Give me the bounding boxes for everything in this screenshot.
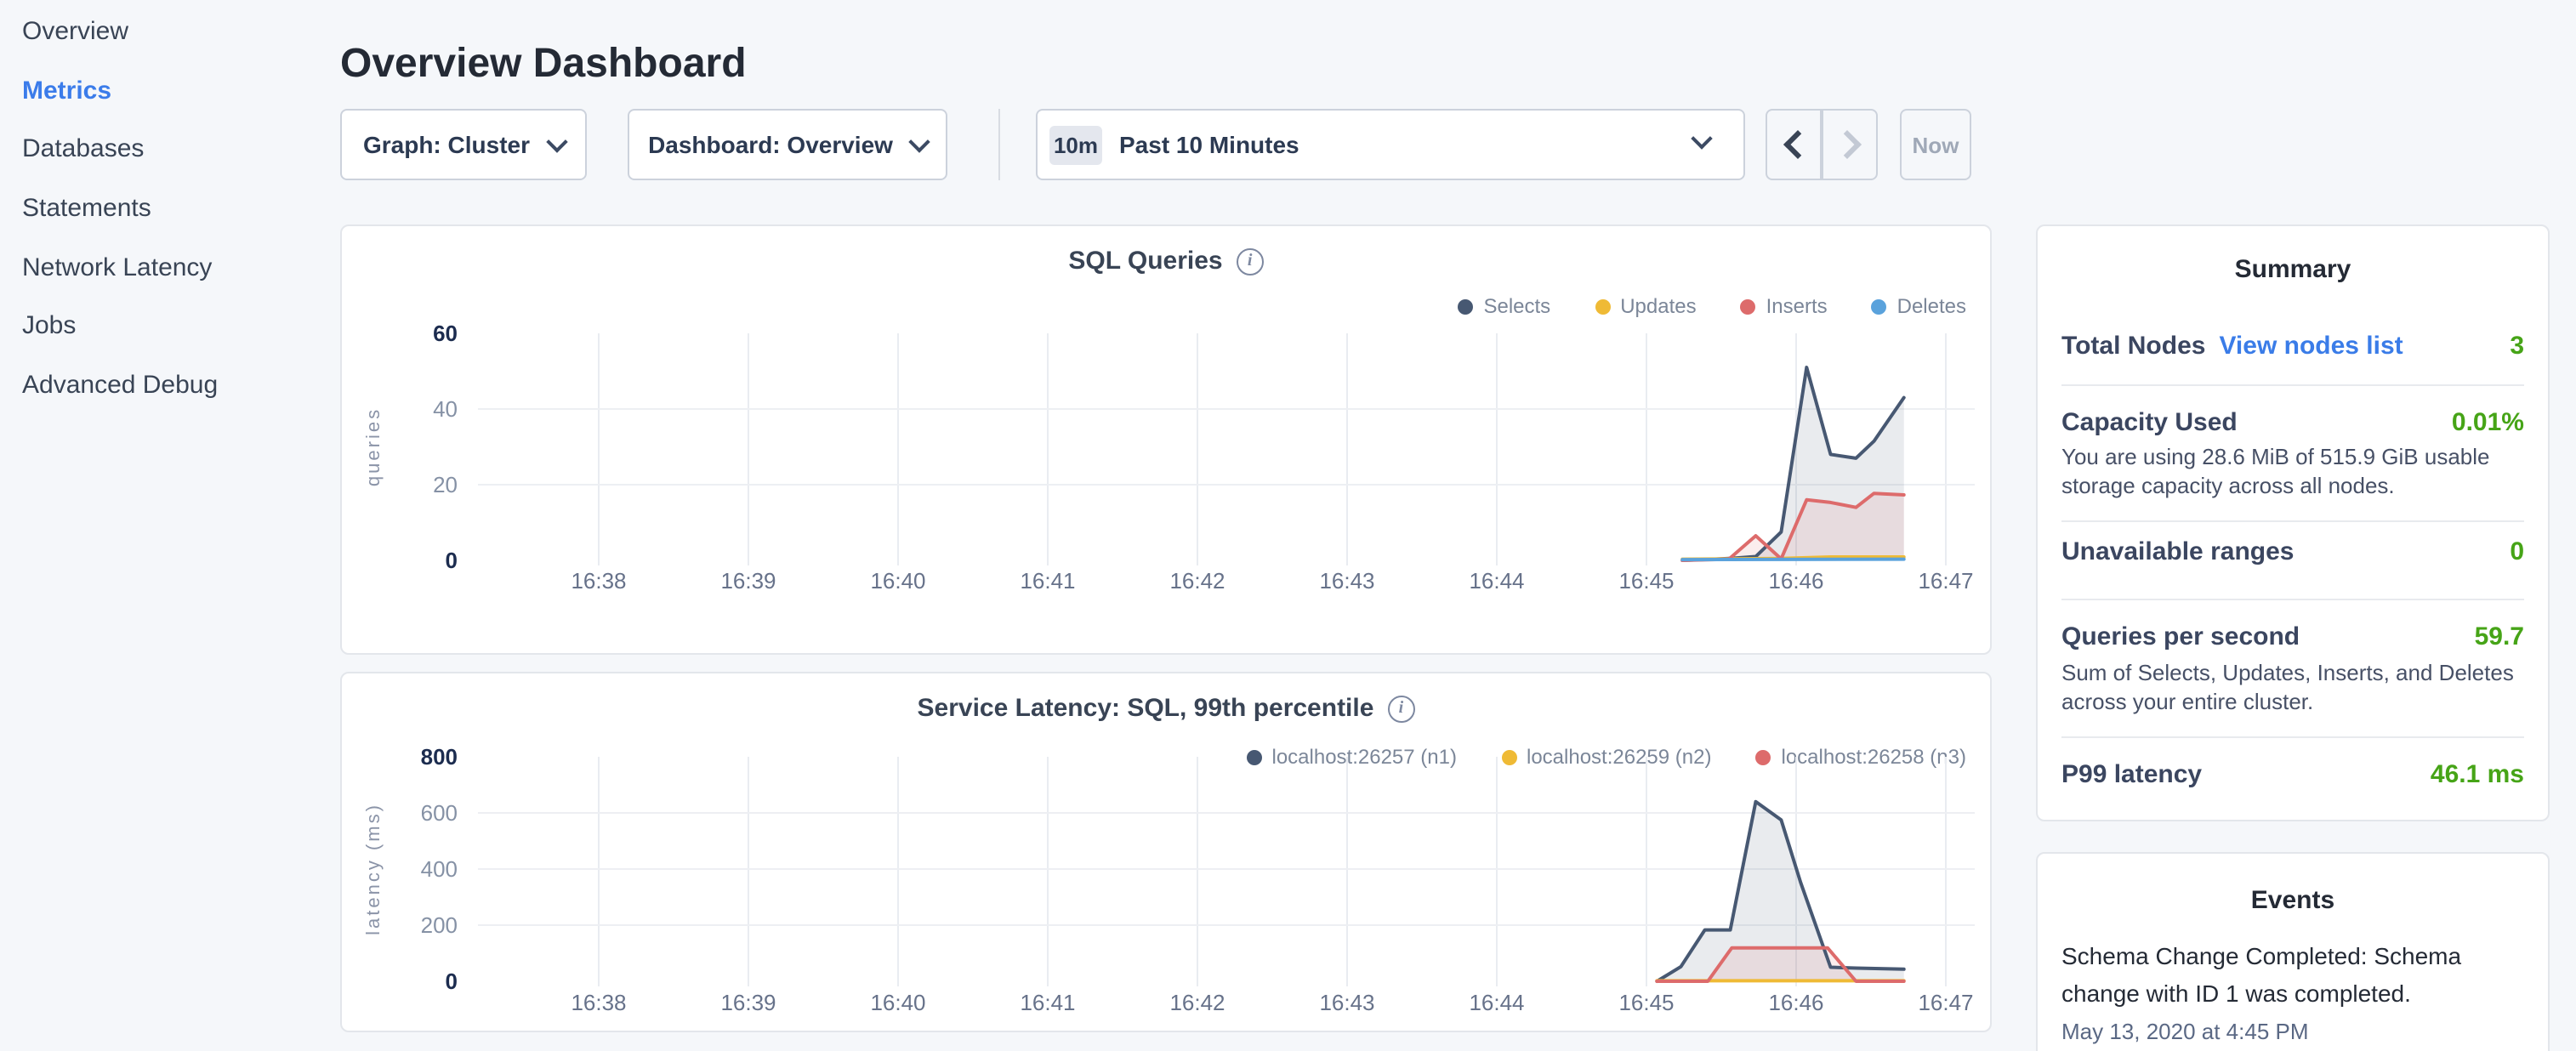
chevron-down-icon (545, 130, 566, 151)
total-nodes-label: Total Nodes (2061, 332, 2205, 361)
x-tick-label: 16:40 (870, 990, 925, 1015)
total-nodes-value: 3 (2510, 332, 2524, 361)
x-tick-label: 16:41 (1020, 990, 1075, 1015)
sidebar-item-network-latency[interactable]: Network Latency (22, 238, 328, 297)
summary-row-total-nodes: Total Nodes View nodes list 3 (2061, 332, 2524, 361)
p99-latency-label: P99 latency (2061, 760, 2202, 789)
dashboard-dropdown[interactable]: Dashboard: Overview (628, 109, 947, 180)
x-tick-label: 16:41 (1020, 568, 1075, 594)
x-tick-label: 16:45 (1618, 568, 1674, 594)
x-tick-label: 16:44 (1469, 568, 1524, 594)
sidebar-item-overview[interactable]: Overview (22, 2, 328, 60)
x-tick-label: 16:44 (1469, 990, 1524, 1015)
x-tick-label: 16:42 (1169, 568, 1225, 594)
time-range-label: Past 10 Minutes (1119, 131, 1299, 158)
x-tick-label: 16:42 (1169, 990, 1225, 1015)
y-axis-title: latency (ms) (362, 803, 384, 935)
summary-title: Summary (2038, 255, 2548, 284)
qps-note: Sum of Selects, Updates, Inserts, and De… (2061, 660, 2528, 716)
chevron-down-icon (908, 130, 930, 151)
time-range-badge: 10m (1049, 125, 1102, 164)
event-item-text[interactable]: Schema Change Completed: Schema change w… (2061, 939, 2528, 1012)
service-latency-chart[interactable]: 16:38 16:39 16:40 16:41 16:42 16:43 16:44 16:45… (342, 673, 1990, 1031)
graph-dropdown-label: Graph: Cluster (363, 131, 530, 158)
x-tick-label: 16:46 (1768, 990, 1823, 1015)
sidebar-item-metrics[interactable]: Metrics (22, 60, 328, 119)
divider (2061, 520, 2524, 522)
summary-row-qps: Queries per second 59.7 (2061, 622, 2524, 651)
divider (2061, 384, 2524, 386)
service-latency-card: Service Latency: SQL, 99th percentile i … (340, 672, 1992, 1032)
x-tick-label: 16:38 (571, 568, 626, 594)
divider (2061, 599, 2524, 600)
sidebar-item-statements[interactable]: Statements (22, 179, 328, 237)
y-tick-label: 200 (421, 912, 458, 938)
sql-queries-card: SQL Queries i SelectsUpdatesInsertsDelet… (340, 224, 1992, 655)
page-title: Overview Dashboard (340, 41, 747, 88)
y-tick-label: 0 (446, 548, 458, 573)
y-tick-label: 40 (433, 396, 458, 422)
chevron-right-icon (1832, 130, 1861, 159)
summary-row-p99-latency: P99 latency 46.1 ms (2061, 760, 2524, 789)
x-tick-label: 16:39 (720, 568, 776, 594)
screenshot-stage: Overview Metrics Databases Statements Ne… (0, 0, 2576, 1051)
y-tick-label: 0 (446, 969, 458, 994)
y-axis-title: queries (362, 407, 384, 486)
capacity-used-label: Capacity Used (2061, 408, 2238, 437)
x-tick-label: 16:39 (720, 990, 776, 1015)
unavailable-ranges-value: 0 (2510, 537, 2524, 566)
y-tick-label: 60 (433, 321, 458, 346)
events-title: Events (2038, 886, 2548, 915)
x-tick-label: 16:38 (571, 990, 626, 1015)
p99-latency-value: 46.1 ms (2431, 760, 2524, 789)
divider (2061, 736, 2524, 738)
time-forward-button[interactable] (1822, 109, 1878, 180)
graph-dropdown[interactable]: Graph: Cluster (340, 109, 587, 180)
x-tick-label: 16:43 (1319, 568, 1374, 594)
x-tick-label: 16:43 (1319, 990, 1374, 1015)
capacity-note: You are using 28.6 MiB of 515.9 GiB usab… (2061, 444, 2528, 500)
sidebar-item-advanced-debug[interactable]: Advanced Debug (22, 355, 328, 414)
summary-panel: Summary Total Nodes View nodes list 3 Ca… (2036, 224, 2550, 821)
qps-label: Queries per second (2061, 622, 2300, 651)
time-range-dropdown[interactable]: 10m Past 10 Minutes (1036, 109, 1745, 180)
x-tick-label: 16:47 (1918, 990, 1973, 1015)
x-tick-label: 16:45 (1618, 990, 1674, 1015)
y-tick-label: 20 (433, 472, 458, 497)
sidebar-item-databases[interactable]: Databases (22, 120, 328, 179)
view-nodes-list-link[interactable]: View nodes list (2219, 332, 2403, 361)
time-back-button[interactable] (1766, 109, 1822, 180)
y-tick-label: 600 (421, 800, 458, 826)
event-item-time: May 13, 2020 at 4:45 PM (2061, 1019, 2528, 1044)
sidebar: Overview Metrics Databases Statements Ne… (22, 2, 328, 415)
summary-row-unavailable-ranges: Unavailable ranges 0 (2061, 537, 2524, 566)
x-tick-label: 16:46 (1768, 568, 1823, 594)
time-step-buttons (1766, 109, 1878, 180)
capacity-used-value: 0.01% (2452, 408, 2524, 437)
x-tick-label: 16:40 (870, 568, 925, 594)
now-button[interactable]: Now (1900, 109, 1971, 180)
y-tick-label: 400 (421, 856, 458, 882)
qps-value: 59.7 (2475, 622, 2524, 651)
sidebar-item-jobs[interactable]: Jobs (22, 297, 328, 355)
controls-divider (998, 109, 1000, 180)
x-tick-label: 16:47 (1918, 568, 1973, 594)
chevron-left-icon (1783, 130, 1811, 159)
sql-queries-chart[interactable]: 16:38 16:39 16:40 16:41 16:42 16:43 16:44 16:45… (342, 226, 1990, 653)
dashboard-dropdown-label: Dashboard: Overview (648, 131, 893, 158)
unavailable-ranges-label: Unavailable ranges (2061, 537, 2294, 566)
y-tick-label: 800 (421, 744, 458, 770)
summary-row-capacity: Capacity Used 0.01% (2061, 408, 2524, 437)
app-viewport: Overview Metrics Databases Statements Ne… (0, 0, 2576, 1051)
events-panel: Events Schema Change Completed: Schema c… (2036, 852, 2550, 1051)
